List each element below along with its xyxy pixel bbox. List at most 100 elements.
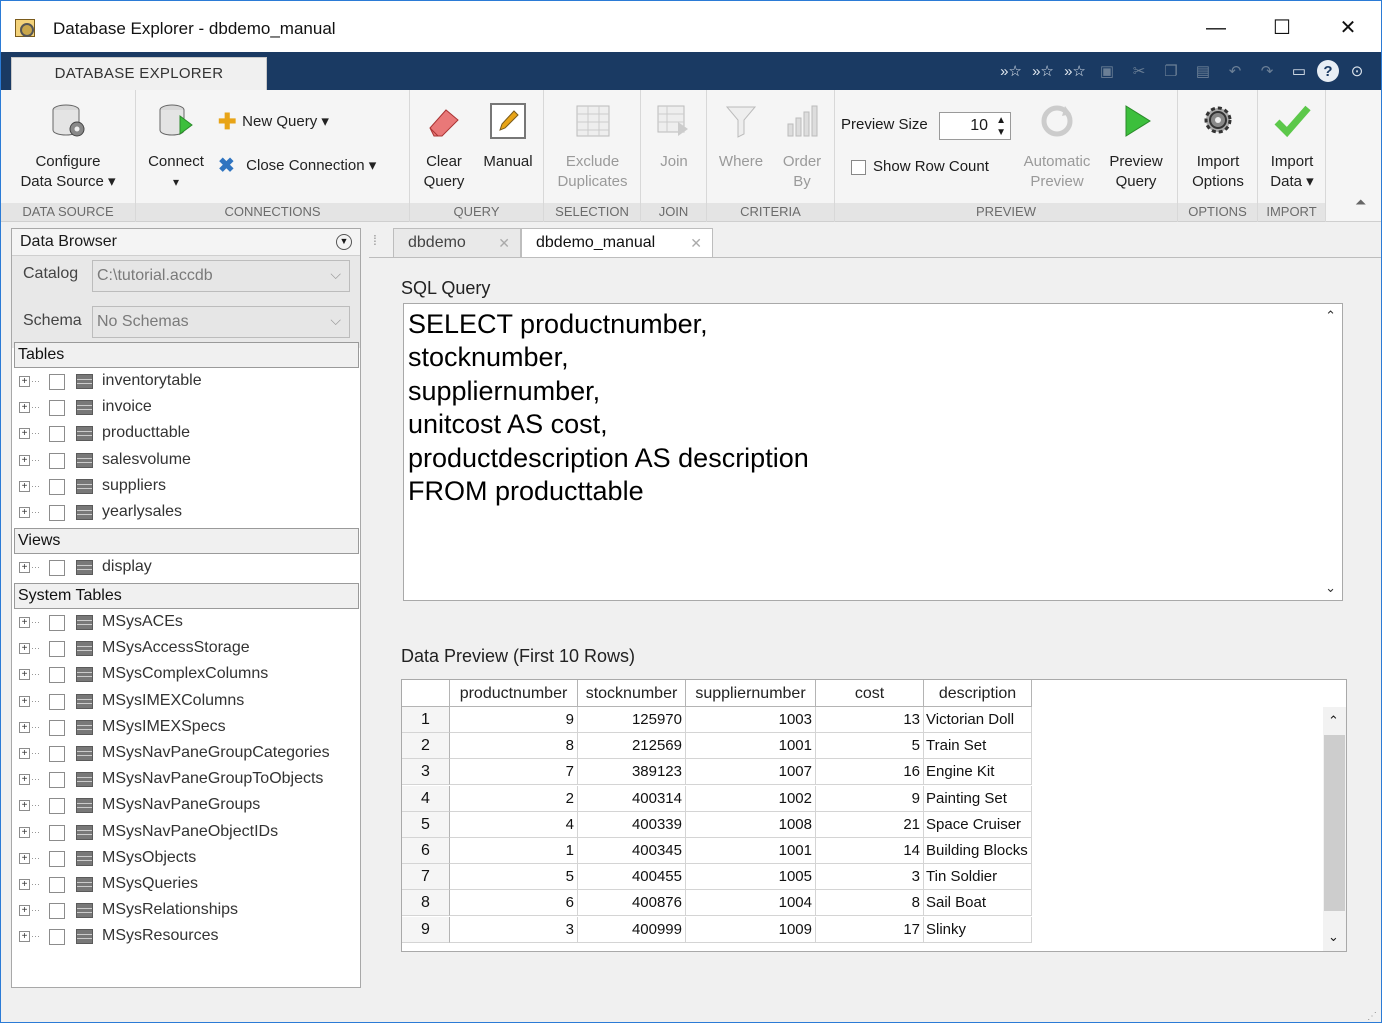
- paste-icon[interactable]: ▤: [1189, 57, 1217, 85]
- resize-grip-icon[interactable]: ⋰: [1367, 1011, 1377, 1022]
- table-cell[interactable]: 8: [450, 733, 578, 760]
- schema-dropdown[interactable]: No Schemas: [92, 305, 350, 338]
- table-cell[interactable]: Painting Set: [924, 785, 1032, 812]
- table-cell[interactable]: 1001: [686, 733, 816, 760]
- tree-item[interactable]: + ··· MSysNavPaneGroups: [12, 794, 360, 820]
- expand-icon[interactable]: +: [19, 721, 30, 733]
- expand-icon[interactable]: +: [19, 695, 30, 707]
- order-by-button[interactable]: Order By: [771, 102, 833, 192]
- table-cell[interactable]: 3: [450, 916, 578, 943]
- table-cell[interactable]: Building Blocks: [924, 838, 1032, 864]
- table-cell[interactable]: 1009: [686, 916, 816, 943]
- expand-icon[interactable]: +: [19, 643, 30, 655]
- help-icon[interactable]: ?: [1317, 60, 1339, 82]
- tree-item-checkbox[interactable]: [49, 374, 65, 390]
- table-cell[interactable]: 17: [816, 916, 924, 943]
- expand-icon[interactable]: +: [19, 774, 30, 786]
- tree-item[interactable]: + ··· MSysObjects: [12, 847, 360, 873]
- tree-item[interactable]: + ··· MSysIMEXSpecs: [12, 716, 360, 742]
- tree-item-checkbox[interactable]: [49, 667, 65, 684]
- connect-button[interactable]: Connect ▾: [142, 102, 210, 192]
- table-cell[interactable]: 400314: [578, 785, 686, 812]
- row-index[interactable]: 3: [402, 759, 450, 786]
- table-cell[interactable]: Victorian Doll: [924, 707, 1032, 733]
- tree-item-checkbox[interactable]: [49, 615, 65, 631]
- expand-icon[interactable]: +: [19, 428, 30, 440]
- table-cell[interactable]: 1003: [686, 707, 816, 733]
- expand-icon[interactable]: +: [19, 454, 30, 466]
- table-cell[interactable]: 6: [450, 890, 578, 917]
- tree-item[interactable]: + ··· MSysAccessStorage: [12, 637, 360, 663]
- table-cell[interactable]: 8: [816, 890, 924, 917]
- table-cell[interactable]: Engine Kit: [924, 759, 1032, 786]
- close-icon[interactable]: ✕: [1325, 9, 1371, 47]
- expand-icon[interactable]: +: [19, 617, 30, 628]
- tab-close-icon[interactable]: ✕: [690, 229, 702, 257]
- tree-item[interactable]: + ··· MSysNavPaneGroupCategories: [12, 742, 360, 768]
- tree-item-checkbox[interactable]: [49, 903, 65, 920]
- copy-icon[interactable]: ❐: [1157, 57, 1185, 85]
- tree-item[interactable]: + ··· suppliers: [12, 475, 360, 501]
- expand-icon[interactable]: +: [19, 826, 30, 838]
- vertical-scrollbar[interactable]: ⌃ ⌄: [1323, 707, 1346, 951]
- tree-item-checkbox[interactable]: [49, 746, 65, 762]
- tree-item[interactable]: + ··· MSysNavPaneGroupToObjects: [12, 768, 360, 794]
- dock-right-icon[interactable]: »☆: [1061, 57, 1089, 85]
- tree-item[interactable]: + ··· salesvolume: [12, 449, 360, 475]
- tab-close-icon[interactable]: ✕: [498, 229, 510, 257]
- join-button[interactable]: Join: [643, 102, 705, 172]
- exclude-duplicates-button[interactable]: Exclude Duplicates: [546, 102, 639, 192]
- table-cell[interactable]: 1005: [686, 864, 816, 891]
- table-cell[interactable]: 21: [816, 811, 924, 838]
- data-preview-table[interactable]: productnumber stocknumber suppliernumber co…: [401, 679, 1347, 952]
- catalog-dropdown[interactable]: C:\tutorial.accdb: [92, 259, 350, 292]
- row-index[interactable]: 4: [402, 785, 450, 812]
- expand-icon[interactable]: +: [19, 480, 30, 492]
- table-cell[interactable]: 7: [450, 759, 578, 786]
- table-cell[interactable]: 9: [816, 785, 924, 812]
- cut-icon[interactable]: ✂: [1125, 57, 1153, 85]
- tree-item-checkbox[interactable]: [49, 641, 65, 658]
- tree-item[interactable]: + ··· MSysNavPaneObjectIDs: [12, 821, 360, 847]
- tree-item[interactable]: + ··· producttable: [12, 422, 360, 448]
- table-cell[interactable]: 400345: [578, 838, 686, 864]
- expand-icon[interactable]: +: [19, 879, 30, 890]
- tree-item-checkbox[interactable]: [49, 426, 65, 443]
- row-index[interactable]: 8: [402, 890, 450, 917]
- preview-query-button[interactable]: Preview Query: [1099, 102, 1173, 192]
- tree-item[interactable]: + ··· MSysACEs: [12, 611, 360, 637]
- column-header[interactable]: stocknumber: [578, 680, 686, 707]
- sql-query-text[interactable]: SELECT productnumber, stocknumber, suppl…: [408, 308, 809, 508]
- expand-icon[interactable]: ⊙: [1343, 57, 1371, 85]
- column-header[interactable]: description: [924, 680, 1032, 707]
- table-cell[interactable]: Sail Boat: [924, 890, 1032, 917]
- expand-icon[interactable]: +: [19, 669, 30, 681]
- column-header[interactable]: suppliernumber: [686, 680, 816, 707]
- undo-icon[interactable]: ↶: [1221, 57, 1249, 85]
- row-index[interactable]: 5: [402, 811, 450, 838]
- scrollbar-thumb[interactable]: [1324, 735, 1345, 911]
- tree-item-checkbox[interactable]: [49, 452, 65, 469]
- clear-query-button[interactable]: Clear Query: [412, 102, 476, 192]
- manual-button[interactable]: Manual: [476, 102, 540, 172]
- tree-item[interactable]: + ··· invoice: [12, 396, 360, 422]
- table-cell[interactable]: 212569: [578, 733, 686, 760]
- table-cell[interactable]: 1002: [686, 785, 816, 812]
- dock-icon[interactable]: »☆: [997, 57, 1025, 85]
- expand-icon[interactable]: +: [19, 852, 30, 864]
- expand-icon[interactable]: +: [19, 748, 30, 759]
- dock-left-icon[interactable]: »☆: [1029, 57, 1057, 85]
- import-options-button[interactable]: Import Options: [1180, 102, 1256, 192]
- expand-icon[interactable]: +: [19, 562, 30, 573]
- tree-item-checkbox[interactable]: [49, 505, 65, 521]
- table-cell[interactable]: 14: [816, 838, 924, 864]
- scroll-down-icon[interactable]: ⌄: [1328, 929, 1339, 945]
- tree-item[interactable]: + ··· yearlysales: [12, 501, 360, 527]
- tab-dbdemo[interactable]: dbdemo ✕: [393, 228, 521, 258]
- table-cell[interactable]: 5: [450, 864, 578, 891]
- column-header[interactable]: productnumber: [450, 680, 578, 707]
- table-cell[interactable]: Tin Soldier: [924, 864, 1032, 891]
- tree-item-checkbox[interactable]: [49, 400, 65, 417]
- table-cell[interactable]: 125970: [578, 707, 686, 733]
- table-cell[interactable]: Slinky: [924, 916, 1032, 943]
